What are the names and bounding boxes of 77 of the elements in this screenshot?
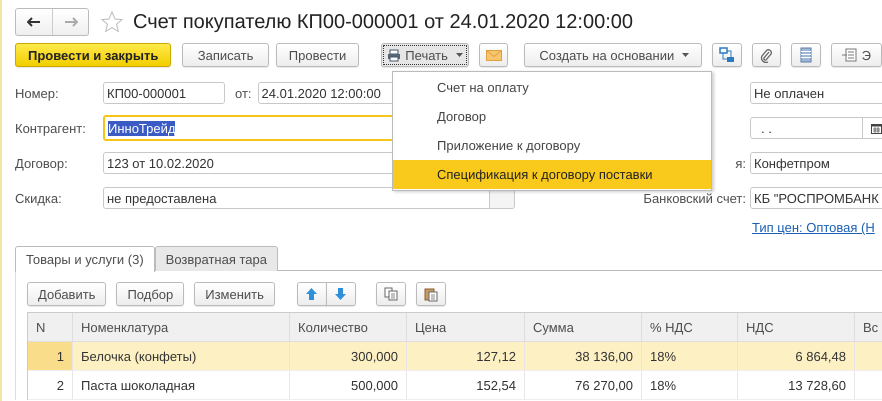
export-button[interactable]: Э — [830, 43, 882, 67]
field-label: Скидка: — [15, 190, 63, 206]
document-arrow-icon — [842, 48, 858, 62]
field-label: Контрагент: — [15, 120, 87, 136]
calendar-button[interactable] — [862, 118, 882, 138]
table-cell: 6 864,48 — [738, 342, 855, 371]
discount-field[interactable]: не предоставлена — [103, 187, 515, 209]
field-label: от: — [235, 86, 252, 100]
column-header[interactable]: Номенклатура — [73, 313, 290, 342]
create-based-on-button[interactable]: Создать на основании — [524, 43, 702, 67]
menu-item[interactable]: Счет на оплату — [393, 73, 711, 102]
table-cell: Белочка (конфеты) — [73, 342, 290, 371]
table-cell: 152,54 — [407, 371, 525, 400]
paperclip-icon — [759, 47, 774, 63]
column-header[interactable]: Сумма — [525, 313, 642, 342]
down-arrow-icon — [335, 288, 346, 300]
table-toolbar-button[interactable]: Изменить — [194, 282, 275, 306]
toolbar-button[interactable]: Записать — [182, 43, 269, 67]
number-field[interactable]: КП00-000001 — [103, 82, 225, 104]
price-type-link[interactable]: Тип цен: Оптовая (Н — [752, 220, 875, 235]
bank-account-field[interactable]: КБ "РОСПРОМБАНК — [750, 187, 882, 209]
table-cell: 38 136,00 — [525, 342, 642, 371]
structure-button[interactable] — [712, 43, 742, 67]
right-arrow-icon — [64, 17, 78, 27]
column-header[interactable]: Цена — [407, 313, 525, 342]
left-arrow-icon — [27, 17, 41, 27]
table-cell: 300,000 — [290, 342, 407, 371]
clipboard-icon — [424, 286, 438, 302]
menu-item[interactable]: Спецификация к договору поставки — [393, 160, 711, 189]
move-up-button[interactable] — [296, 282, 327, 306]
copy-button[interactable] — [376, 282, 406, 306]
column-header[interactable]: Вс — [855, 313, 882, 342]
status-field[interactable]: Не оплачен — [750, 82, 882, 104]
copy-icon — [384, 287, 398, 301]
paste-button[interactable] — [416, 282, 446, 306]
table-cell: 2 — [28, 371, 73, 400]
caret-icon — [682, 53, 690, 57]
table-cell: 18% — [642, 342, 738, 371]
post-and-close-button[interactable]: Провести и закрыть — [15, 43, 172, 67]
table-cell: 76 270,00 — [525, 371, 642, 400]
calendar-icon — [870, 122, 882, 134]
column-header[interactable]: N — [28, 313, 73, 342]
table-cell: 127,12 — [407, 342, 525, 371]
menu-item[interactable]: Приложение к договору — [393, 131, 711, 160]
hierarchy-icon — [718, 47, 735, 63]
printer-icon — [387, 48, 402, 62]
table-toolbar-button[interactable]: Подбор — [116, 282, 184, 306]
up-arrow-icon — [306, 288, 318, 300]
move-down-button[interactable] — [326, 282, 356, 306]
tab[interactable]: Товары и услуги (3) — [15, 246, 155, 272]
table-cell: 1 — [28, 342, 73, 371]
list-icon — [800, 47, 812, 63]
table-cell: 18% — [642, 371, 738, 400]
list-button[interactable] — [791, 43, 821, 67]
column-header[interactable]: % НДС — [642, 313, 738, 342]
payment-date-field[interactable]: . . — [750, 117, 882, 139]
table-cell: 500,000 — [290, 371, 407, 400]
column-header[interactable]: Количество — [290, 313, 407, 342]
tab[interactable]: Возвратная тара — [154, 246, 278, 271]
window-title: Счет покупателю КП00-000001 от 24.01.2020 12:00:00 — [133, 10, 634, 34]
consignee-field[interactable]: Конфетпром — [750, 152, 882, 174]
toolbar-button[interactable]: Провести — [276, 43, 360, 67]
table-toolbar-button[interactable]: Добавить — [27, 282, 106, 306]
field-label: Банковский счет: — [643, 190, 746, 206]
envelope-icon — [486, 50, 502, 60]
star-icon[interactable] — [101, 11, 123, 33]
caret-icon — [456, 53, 463, 57]
field-label: Договор: — [15, 156, 69, 170]
email-button[interactable] — [478, 43, 508, 67]
table-cell: 13 728,60 — [738, 371, 855, 400]
field-label: я: — [735, 156, 746, 170]
field-label: Номер: — [15, 86, 60, 100]
attach-button[interactable] — [752, 43, 782, 67]
table-cell: Паста шоколадная — [73, 371, 290, 400]
menu-item[interactable]: Договор — [393, 102, 711, 131]
column-header[interactable]: НДС — [738, 313, 855, 342]
print-button[interactable]: Печать — [381, 43, 469, 67]
